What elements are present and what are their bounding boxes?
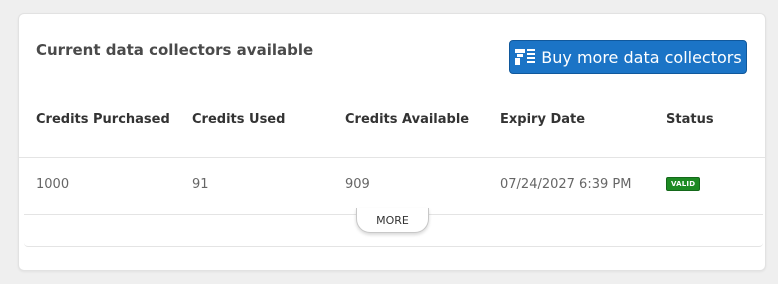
header-credits-purchased: Credits Purchased	[36, 112, 170, 127]
card-title: Current data collectors available	[36, 41, 314, 59]
header-credits-used: Credits Used	[192, 112, 286, 127]
data-collector-icon	[514, 47, 536, 67]
cell-expiry-date: 07/24/2027 6:39 PM	[500, 177, 632, 192]
buy-button-label: Buy more data collectors	[541, 47, 742, 67]
status-badge: VALID	[666, 177, 701, 191]
header-credits-available: Credits Available	[345, 112, 470, 127]
more-button[interactable]: MORE	[356, 208, 429, 233]
table-divider	[19, 157, 765, 158]
table-row: 1000 91 909 07/24/2027 6:39 PM	[19, 177, 765, 197]
header-expiry-date: Expiry Date	[500, 112, 586, 127]
cell-credits-purchased: 1000	[36, 177, 70, 192]
header-status: Status	[666, 112, 714, 127]
table-header-row: Credits Purchased Credits Used Credits A…	[19, 112, 765, 132]
cell-credits-used: 91	[192, 177, 209, 192]
data-collectors-card: Current data collectors available Buy mo…	[18, 13, 766, 271]
cell-credits-available: 909	[345, 177, 370, 192]
buy-more-data-collectors-button[interactable]: Buy more data collectors	[509, 40, 747, 74]
